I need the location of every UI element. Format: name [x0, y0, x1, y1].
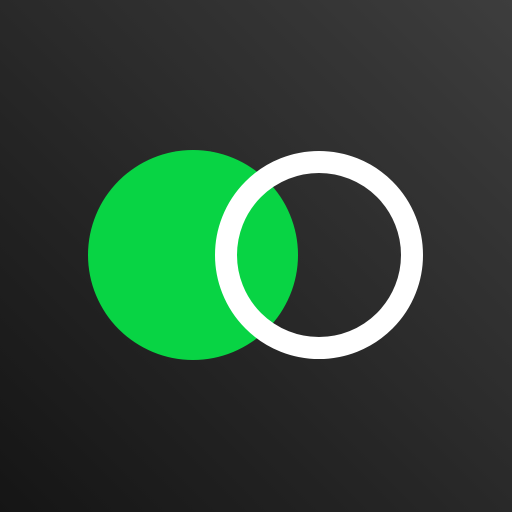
overlapping-circles-logo-icon: [0, 0, 512, 512]
app-icon: [0, 0, 512, 512]
